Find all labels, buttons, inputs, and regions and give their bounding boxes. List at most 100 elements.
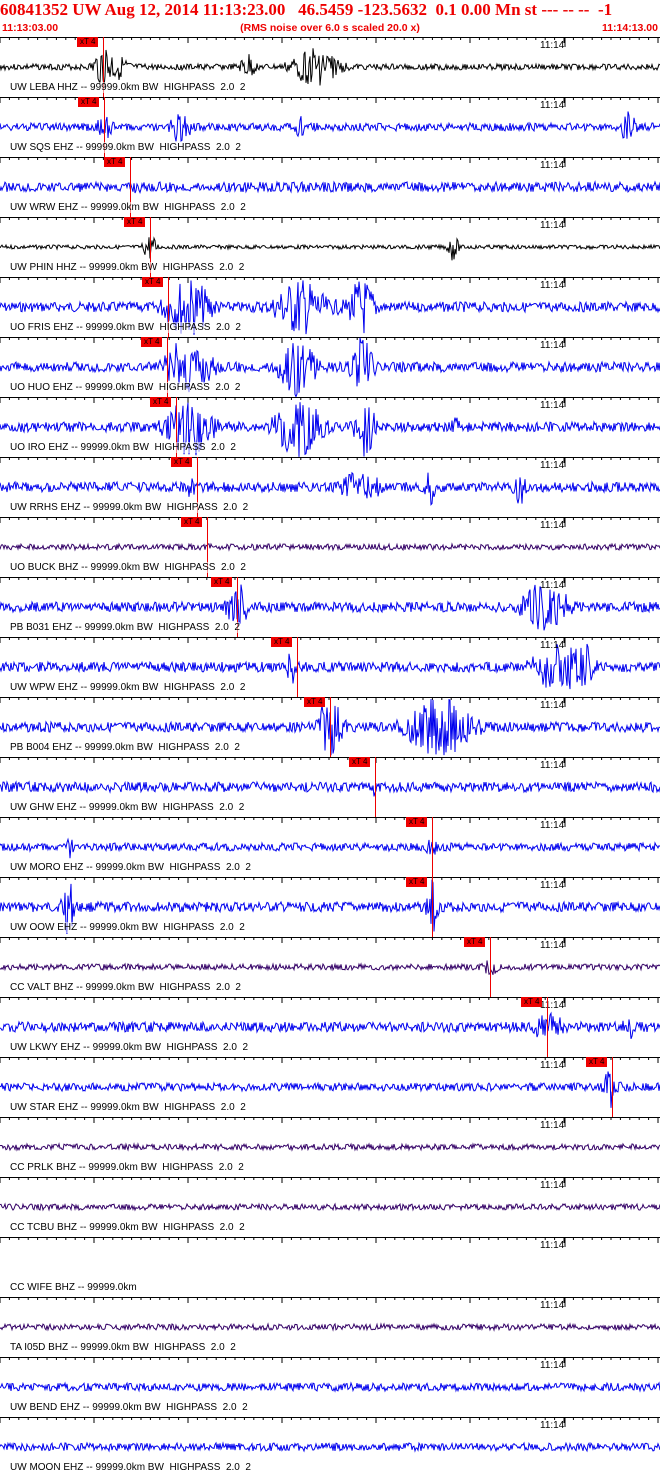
minute-tick-label: 11:14: [540, 40, 565, 51]
trace-row: 11:14 xT 4 UW PHIN HHZ -- 99999.0km BW HIG…: [0, 217, 660, 277]
station-label: UW STAR EHZ -- 99999.0km BW HIGHPASS 2.0…: [10, 1102, 246, 1113]
trace-row: 11:14 xT 4 UW LEBA HHZ -- 99999.0km BW HIG…: [0, 37, 660, 97]
pick-marker[interactable]: xT 4: [77, 37, 99, 47]
station-label: UW PHIN HHZ -- 99999.0km BW HIGHPASS 2.0…: [10, 262, 245, 273]
waveform: [0, 1142, 660, 1152]
trace-row: 11:14 CC TCBU BHZ -- 99999.0km BW HIGHPAS…: [0, 1177, 660, 1237]
waveform: [0, 471, 660, 506]
minute-tick-label: 11:14: [540, 1240, 565, 1251]
pick-line: [612, 1057, 613, 1117]
pick-marker[interactable]: xT 4: [304, 697, 326, 707]
trace-row: 11:14 xT 4 UW GHW EHZ -- 99999.0km BW HIGH…: [0, 757, 660, 817]
minute-tick-label: 11:14: [540, 400, 565, 411]
trace-row: 11:14 xT 4 UW LKWY EHZ -- 99999.0km BW HIG…: [0, 997, 660, 1057]
pick-line: [490, 937, 491, 997]
trace-row: 11:14 xT 4 UW MORO EHZ -- 99999.0km BW HIG…: [0, 817, 660, 877]
minute-tick-label: 11:14: [540, 1360, 565, 1371]
trace-row: 11:14 xT 4 UW WPW EHZ -- 99999.0km BW HIGH…: [0, 637, 660, 697]
minute-tick-label: 11:14: [540, 220, 565, 231]
pick-marker[interactable]: xT 4: [349, 757, 371, 767]
station-label: UO IRO EHZ -- 99999.0km BW HIGHPASS 2.0 …: [10, 442, 236, 453]
trace-row: 11:14 xT 4 UO BUCK BHZ -- 99999.0km BW HIG…: [0, 517, 660, 577]
minute-tick-label: 11:14: [540, 1420, 565, 1431]
trace-row: 11:14 xT 4 UO HUO EHZ -- 99999.0km BW HIGH…: [0, 337, 660, 397]
waveform: [0, 1202, 660, 1212]
pick-marker[interactable]: xT 4: [521, 997, 543, 1007]
event-title: 60841352 UW Aug 12, 2014 11:13:23.00 46.…: [0, 0, 613, 19]
pick-marker[interactable]: xT 4: [406, 877, 428, 887]
station-label: UW MOON EHZ -- 99999.0km BW HIGHPASS 2.0…: [10, 1462, 251, 1473]
pick-line: [375, 757, 376, 817]
waveform: [0, 1441, 660, 1453]
station-label: UW LKWY EHZ -- 99999.0km BW HIGHPASS 2.0…: [10, 1042, 249, 1053]
minute-tick-label: 11:14: [540, 280, 565, 291]
minute-tick-label: 11:14: [540, 1120, 565, 1131]
trace-row: 11:14 TA I05D BHZ -- 99999.0km BW HIGHPAS…: [0, 1297, 660, 1357]
minute-tick-label: 11:14: [540, 640, 565, 651]
pick-marker[interactable]: xT 4: [141, 337, 163, 347]
station-label: UO HUO EHZ -- 99999.0km BW HIGHPASS 2.0 …: [10, 382, 241, 393]
trace-row: 11:14 CC WIFE BHZ -- 99999.0km: [0, 1237, 660, 1297]
station-label: UW WPW EHZ -- 99999.0km BW HIGHPASS 2.0 …: [10, 682, 246, 693]
station-label: UW WRW EHZ -- 99999.0km BW HIGHPASS 2.0 …: [10, 202, 246, 213]
minute-tick-label: 11:14: [540, 580, 565, 591]
minute-tick-label: 11:14: [540, 520, 565, 531]
seismogram-panel: 11:14 xT 4 UW LEBA HHZ -- 99999.0km BW HIG…: [0, 37, 660, 1478]
rms-note: (RMS noise over 6.0 s scaled 20.0 x): [240, 22, 420, 34]
trace-row: 11:14 xT 4 PB B004 EHZ -- 99999.0km BW HIG…: [0, 697, 660, 757]
end-time: 11:14:13.00: [601, 22, 658, 34]
station-label: UW LEBA HHZ -- 99999.0km BW HIGHPASS 2.0…: [10, 82, 246, 93]
pick-marker[interactable]: xT 4: [104, 157, 126, 167]
pick-marker[interactable]: xT 4: [150, 397, 172, 407]
minute-tick-label: 11:14: [540, 160, 565, 171]
waveform: [0, 837, 660, 859]
trace-row: 11:14 xT 4 PB B031 EHZ -- 99999.0km BW HIG…: [0, 577, 660, 637]
waveform: [0, 1381, 660, 1393]
pick-marker[interactable]: xT 4: [586, 1057, 608, 1067]
pick-marker[interactable]: xT 4: [171, 457, 193, 467]
trace-row: 11:14 xT 4 UO FRIS EHZ -- 99999.0km BW HIG…: [0, 277, 660, 337]
trace-row: 11:14 xT 4 UW SQS EHZ -- 99999.0km BW HIGH…: [0, 97, 660, 157]
waveform: [0, 960, 660, 975]
station-label: TA I05D BHZ -- 99999.0km BW HIGHPASS 2.0…: [10, 1342, 236, 1353]
trace-row: 11:14 xT 4 CC VALT BHZ -- 99999.0km BW HIG…: [0, 937, 660, 997]
trace-row: 11:14 UW MOON EHZ -- 99999.0km BW HIGHPAS…: [0, 1417, 660, 1477]
header: 60841352 UW Aug 12, 2014 11:13:23.00 46.…: [0, 0, 660, 37]
station-label: UW BEND EHZ -- 99999.0km BW HIGHPASS 2.0…: [10, 1402, 248, 1413]
station-label: CC VALT BHZ -- 99999.0km BW HIGHPASS 2.0…: [10, 982, 241, 993]
pick-marker[interactable]: xT 4: [142, 277, 164, 287]
pick-line: [547, 997, 548, 1057]
waveform: [0, 180, 660, 194]
pick-marker[interactable]: xT 4: [464, 937, 486, 947]
minute-tick-label: 11:14: [540, 1300, 565, 1311]
trace-row: 11:14 CC PRLK BHZ -- 99999.0km BW HIGHPAS…: [0, 1117, 660, 1177]
minute-tick-label: 11:14: [540, 760, 565, 771]
waveform: [0, 542, 660, 552]
pick-marker[interactable]: xT 4: [124, 217, 146, 227]
pick-marker[interactable]: xT 4: [271, 637, 293, 647]
pick-marker[interactable]: xT 4: [78, 97, 100, 107]
minute-tick-label: 11:14: [540, 700, 565, 711]
station-label: PB B004 EHZ -- 99999.0km BW HIGHPASS 2.0…: [10, 742, 240, 753]
trace-row: 11:14 xT 4 UW RRHS EHZ -- 99999.0km BW HIG…: [0, 457, 660, 517]
trace-row: 11:14 xT 4 UW STAR EHZ -- 99999.0km BW HIG…: [0, 1057, 660, 1117]
pick-line: [297, 637, 298, 697]
station-label: CC PRLK BHZ -- 99999.0km BW HIGHPASS 2.0…: [10, 1162, 244, 1173]
minute-tick-label: 11:14: [540, 340, 565, 351]
station-label: PB B031 EHZ -- 99999.0km BW HIGHPASS 2.0…: [10, 622, 240, 633]
station-label: UW MORO EHZ -- 99999.0km BW HIGHPASS 2.0…: [10, 862, 251, 873]
waveform: [0, 780, 660, 797]
trace-row: 11:14 xT 4 UW OOW EHZ -- 99999.0km BW HIGH…: [0, 877, 660, 937]
pick-marker[interactable]: xT 4: [181, 517, 203, 527]
station-label: UW RRHS EHZ -- 99999.0km BW HIGHPASS 2.0…: [10, 502, 249, 513]
waveform: [0, 1011, 660, 1039]
waveform: [0, 1322, 660, 1332]
waveform: [0, 111, 660, 142]
minute-tick-label: 11:14: [540, 880, 565, 891]
station-label: UO BUCK BHZ -- 99999.0km BW HIGHPASS 2.0…: [10, 562, 246, 573]
minute-tick-label: 11:14: [540, 820, 565, 831]
pick-marker[interactable]: xT 4: [211, 577, 233, 587]
minute-tick-label: 11:14: [540, 1180, 565, 1191]
station-label: UO FRIS EHZ -- 99999.0km BW HIGHPASS 2.0…: [10, 322, 241, 333]
pick-marker[interactable]: xT 4: [406, 817, 428, 827]
